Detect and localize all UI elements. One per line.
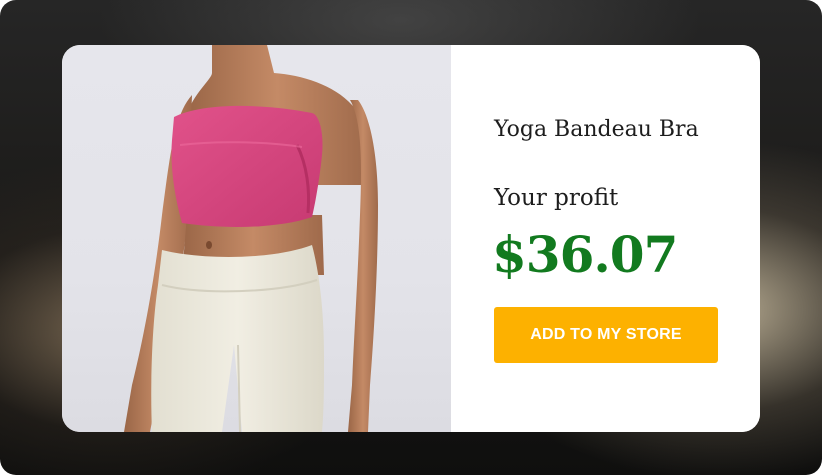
blurred-background: Yoga Bandeau Bra Your profit $36.07 ADD …	[0, 0, 822, 475]
model-illustration	[124, 45, 378, 432]
add-to-my-store-button[interactable]: ADD TO MY STORE	[494, 307, 718, 363]
product-image	[62, 45, 451, 432]
profit-amount: $36.07	[492, 225, 678, 284]
product-title: Yoga Bandeau Bra	[494, 117, 699, 142]
product-card: Yoga Bandeau Bra Your profit $36.07 ADD …	[62, 45, 760, 432]
profit-label: Your profit	[494, 185, 619, 211]
product-info-panel: Yoga Bandeau Bra Your profit $36.07 ADD …	[451, 45, 760, 432]
